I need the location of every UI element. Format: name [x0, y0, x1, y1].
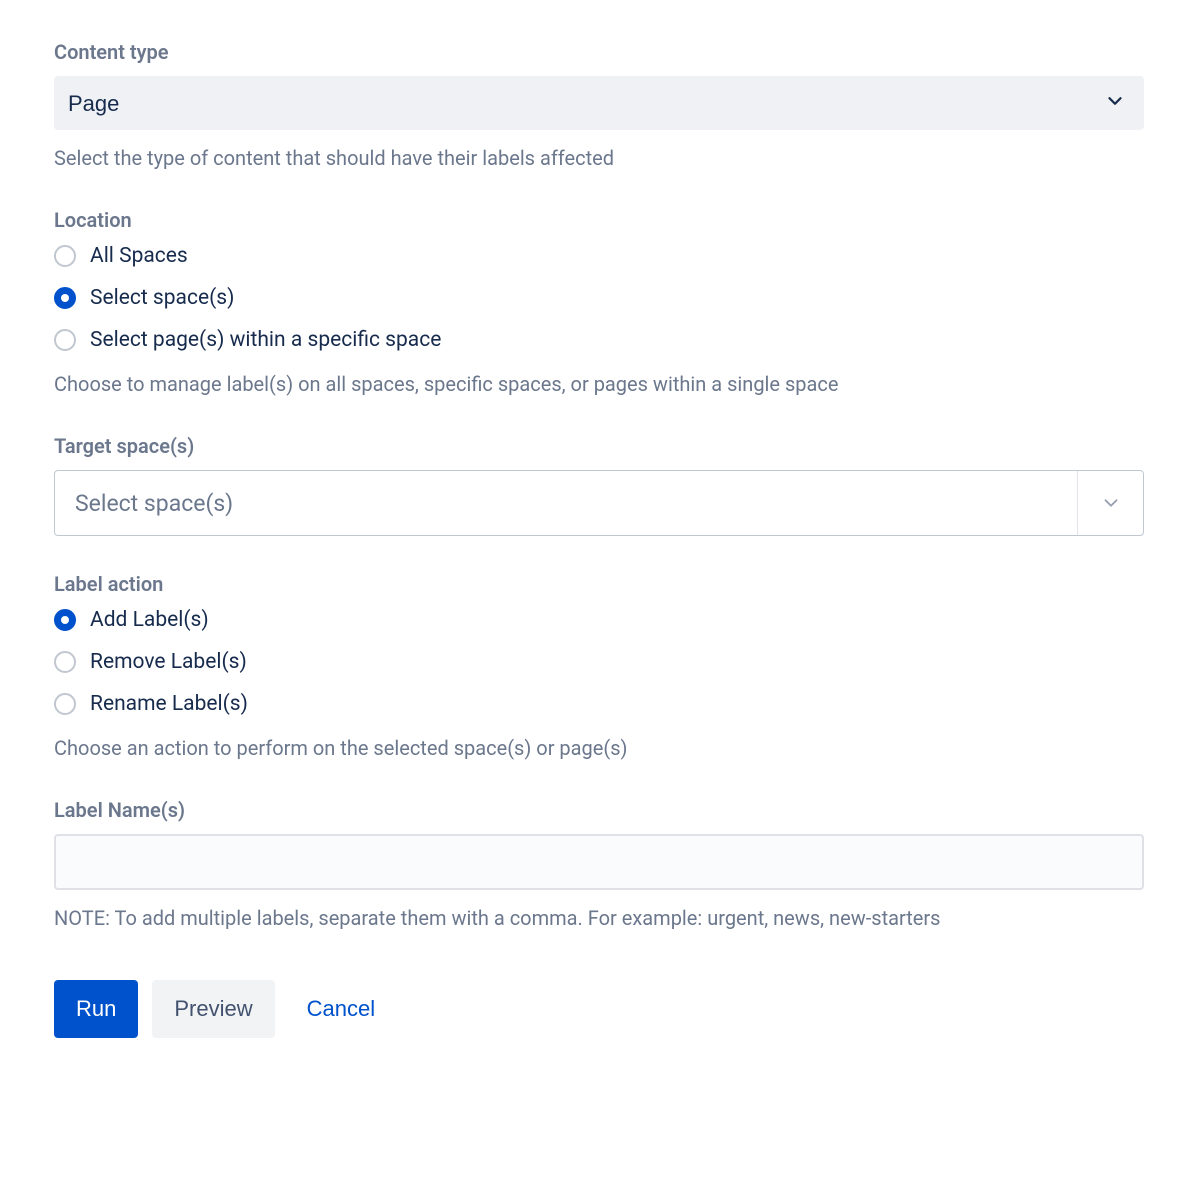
location-option-select-spaces[interactable]: Select space(s) — [54, 286, 1144, 310]
label-names-field: Label Name(s) NOTE: To add multiple labe… — [54, 798, 1144, 932]
target-spaces-label: Target space(s) — [54, 434, 1144, 458]
content-type-select[interactable]: Page — [54, 76, 1144, 130]
radio-label-text: Select page(s) within a specific space — [90, 328, 441, 352]
label-action-help: Choose an action to perform on the selec… — [54, 734, 1144, 762]
location-label: Location — [54, 208, 1144, 232]
radio-icon — [54, 287, 76, 309]
label-action-option-add[interactable]: Add Label(s) — [54, 608, 1144, 632]
run-button[interactable]: Run — [54, 980, 138, 1038]
target-spaces-placeholder: Select space(s) — [55, 490, 1077, 517]
content-type-label: Content type — [54, 40, 1144, 64]
radio-label-text: Select space(s) — [90, 286, 234, 310]
radio-label-text: All Spaces — [90, 244, 188, 268]
target-spaces-field: Target space(s) Select space(s) — [54, 434, 1144, 536]
preview-button[interactable]: Preview — [152, 980, 274, 1038]
radio-label-text: Rename Label(s) — [90, 692, 248, 716]
cancel-button[interactable]: Cancel — [289, 980, 393, 1038]
label-action-field: Label action Add Label(s) Remove Label(s… — [54, 572, 1144, 762]
radio-icon — [54, 651, 76, 673]
label-names-help: NOTE: To add multiple labels, separate t… — [54, 904, 1144, 932]
label-names-label: Label Name(s) — [54, 798, 1144, 822]
location-field: Location All Spaces Select space(s) Sele… — [54, 208, 1144, 398]
chevron-down-icon — [1077, 471, 1143, 535]
target-spaces-select[interactable]: Select space(s) — [54, 470, 1144, 536]
location-option-all-spaces[interactable]: All Spaces — [54, 244, 1144, 268]
label-action-label: Label action — [54, 572, 1144, 596]
radio-label-text: Remove Label(s) — [90, 650, 247, 674]
label-action-option-rename[interactable]: Rename Label(s) — [54, 692, 1144, 716]
label-names-input[interactable] — [54, 834, 1144, 890]
content-type-help: Select the type of content that should h… — [54, 144, 1144, 172]
location-option-select-pages[interactable]: Select page(s) within a specific space — [54, 328, 1144, 352]
radio-label-text: Add Label(s) — [90, 608, 209, 632]
radio-icon — [54, 329, 76, 351]
radio-icon — [54, 245, 76, 267]
radio-icon — [54, 693, 76, 715]
radio-icon — [54, 609, 76, 631]
content-type-field: Content type Page Select the type of con… — [54, 40, 1144, 172]
location-help: Choose to manage label(s) on all spaces,… — [54, 370, 1144, 398]
actions-row: Run Preview Cancel — [54, 980, 1144, 1038]
label-action-option-remove[interactable]: Remove Label(s) — [54, 650, 1144, 674]
